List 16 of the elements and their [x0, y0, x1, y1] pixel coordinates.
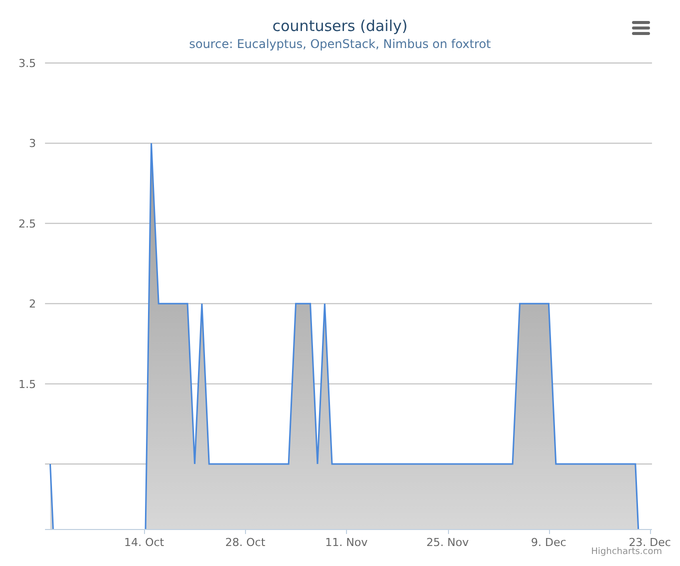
axis-label: 2.5 — [18, 217, 36, 230]
axis-label: 28. Oct — [225, 536, 266, 549]
axis-label: 9. Dec — [531, 536, 566, 549]
axis-label: 14. Oct — [124, 536, 164, 549]
axis-label: 3.5 — [18, 57, 36, 70]
axis-label: 23. Dec — [628, 536, 671, 549]
axis-label: 3 — [29, 137, 36, 150]
chart-subtitle: source: Eucalyptus, OpenStack, Nimbus on foxtrot — [189, 37, 491, 52]
axis-label: 11. Nov — [325, 536, 368, 549]
axis-label: 2 — [29, 298, 36, 311]
credits-link[interactable]: Highcharts.com — [591, 547, 662, 557]
axis-label: 25. Nov — [426, 536, 469, 549]
axis-label: 1.5 — [18, 378, 36, 391]
menu-icon — [632, 21, 650, 35]
chart-title: countusers (daily) — [272, 17, 408, 35]
menu-button[interactable] — [630, 18, 652, 38]
